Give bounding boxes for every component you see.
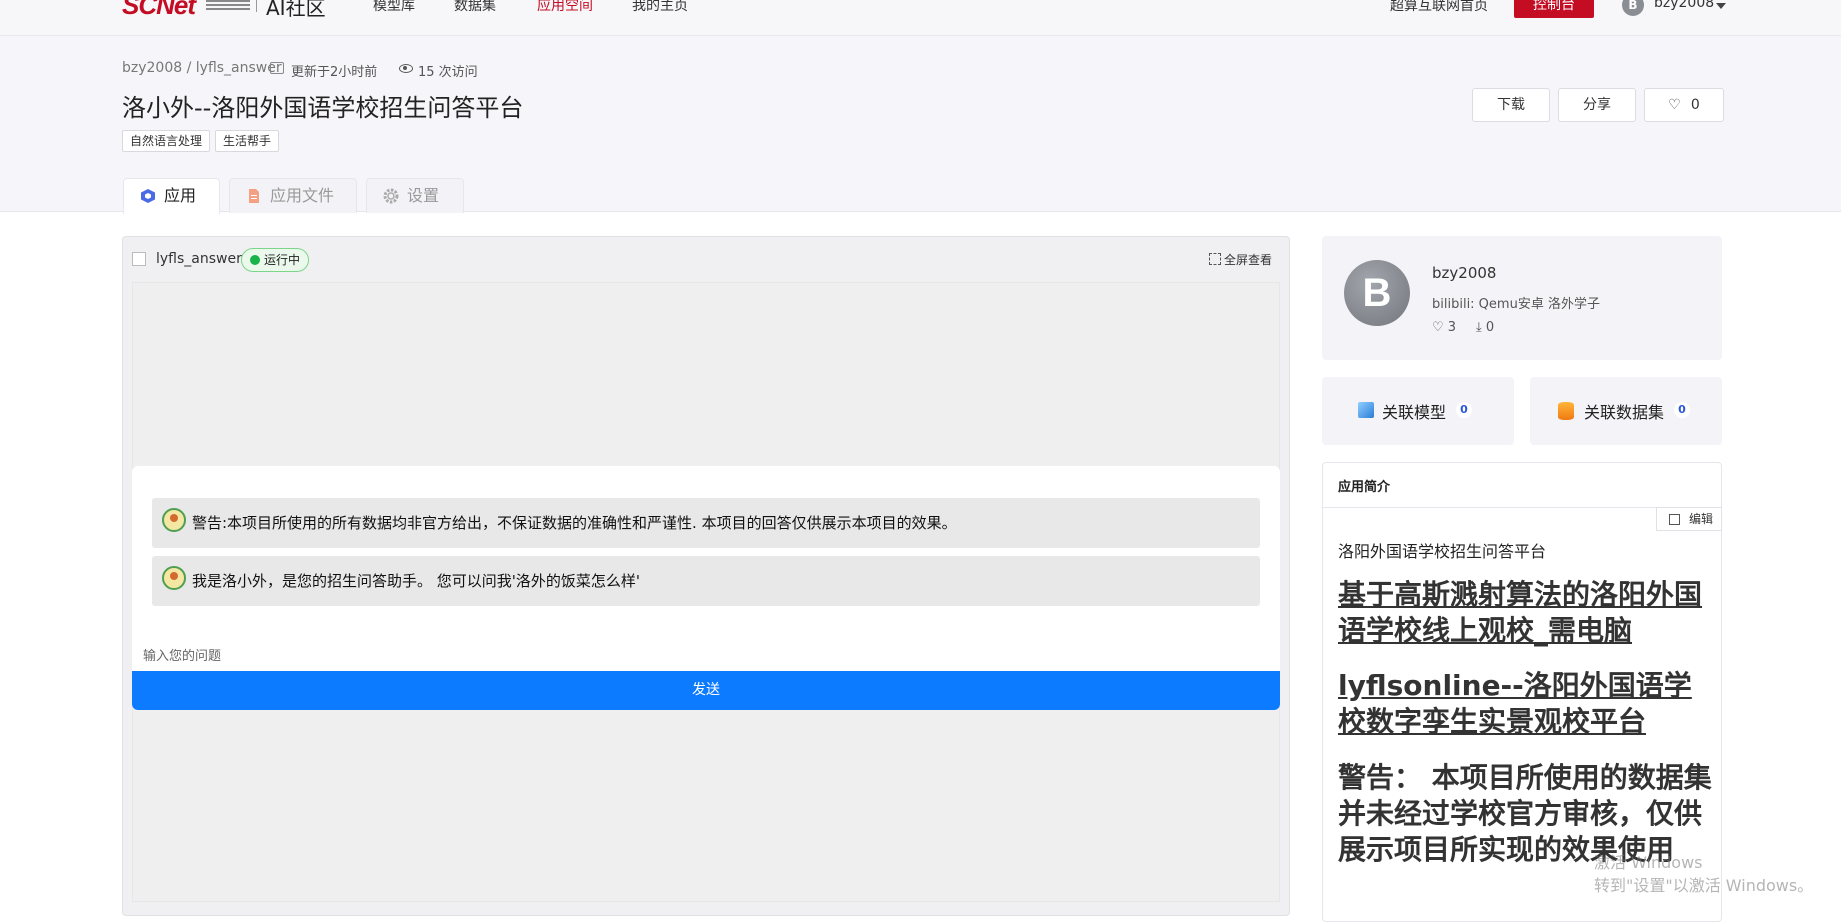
scnet-logo[interactable]: SCNet: [122, 0, 196, 21]
school-logo-icon: [162, 566, 186, 590]
author-downloads: ⤓ 0: [1476, 320, 1494, 335]
edit-button[interactable]: 编辑: [1656, 507, 1722, 531]
model-cube-icon: [1358, 402, 1374, 418]
author-downloads-count: 0: [1485, 320, 1495, 335]
related-datasets-count: 0: [1674, 402, 1690, 418]
fullscreen-icon[interactable]: [1209, 253, 1221, 265]
intro-heading: 应用简介: [1338, 480, 1391, 495]
author-likes-count: 3: [1447, 320, 1457, 335]
heart-icon: ♡: [1668, 97, 1681, 113]
console-button[interactable]: 控制台: [1514, 0, 1594, 18]
related-models-label[interactable]: 关联模型: [1382, 399, 1446, 423]
intro-link-online[interactable]: lyflsonline--洛阳外国语学校数字孪生实景观校平台: [1338, 668, 1713, 740]
tab-app[interactable]: 应用: [123, 178, 220, 214]
fullscreen-button[interactable]: 全屏查看: [1224, 251, 1272, 268]
related-models-count: 0: [1456, 402, 1472, 418]
database-icon: [1558, 402, 1574, 420]
tab-settings[interactable]: 设置: [366, 178, 464, 213]
page-title: 洛小外--洛阳外国语学校招生问答平台: [122, 94, 524, 122]
community-title[interactable]: AI社区: [266, 0, 326, 21]
eye-icon: [399, 64, 413, 73]
logo-divider: [256, 0, 257, 12]
app-cube-icon: [141, 189, 155, 203]
copy-icon[interactable]: [270, 62, 284, 74]
school-logo-icon: [162, 508, 186, 532]
logo-subtext-decoration: [206, 0, 250, 10]
nav-my-home[interactable]: 我的主页: [632, 0, 688, 15]
activation-watermark-hint: 转到"设置"以激活 Windows。: [1594, 876, 1814, 895]
download-button[interactable]: 下载: [1472, 88, 1550, 122]
tag-life-helper[interactable]: 生活帮手: [215, 130, 280, 152]
chevron-down-icon[interactable]: [1716, 3, 1726, 9]
question-input[interactable]: 输入您的问题: [143, 645, 221, 664]
share-button[interactable]: 分享: [1558, 88, 1636, 122]
supercomputing-home-link[interactable]: 超算互联网首页: [1390, 0, 1488, 15]
nav-datasets[interactable]: 数据集: [454, 0, 496, 15]
author-avatar[interactable]: B: [1344, 260, 1410, 326]
breadcrumb[interactable]: bzy2008 / lyfls_answer: [122, 60, 282, 76]
related-datasets-label[interactable]: 关联数据集: [1584, 399, 1664, 423]
like-button[interactable]: ♡ 0: [1644, 88, 1724, 122]
edit-icon[interactable]: [1669, 514, 1680, 525]
intro-link-gaussian[interactable]: 基于高斯溅射算法的洛阳外国语学校线上观校_需电脑: [1338, 577, 1713, 649]
app-name: lyfls_answer: [156, 251, 242, 267]
nav-app-space[interactable]: 应用空间: [537, 0, 593, 15]
activation-watermark: 激活 Windows: [1594, 853, 1703, 872]
download-icon: ⤓: [1476, 320, 1486, 335]
chat-message: 我是洛小外，是您的招生问答助手。 您可以问我'洛外的饭菜怎么样': [152, 556, 1260, 606]
status-badge: 运行中: [241, 248, 310, 272]
author-name[interactable]: bzy2008: [1432, 264, 1496, 282]
tab-app-label: 应用: [164, 186, 197, 205]
tab-settings-label: 设置: [407, 186, 440, 205]
heart-icon: ♡: [1432, 320, 1448, 335]
tab-app-files[interactable]: 应用文件: [229, 178, 357, 213]
updated-time: 更新于2小时前: [291, 65, 378, 80]
user-menu-name[interactable]: bzy2008: [1654, 0, 1714, 11]
intro-subtitle: 洛阳外国语学校招生问答平台: [1338, 542, 1547, 561]
tag-nlp[interactable]: 自然语言处理: [122, 130, 211, 152]
send-button[interactable]: 发送: [132, 671, 1280, 710]
app-grid-icon: [132, 252, 146, 266]
author-bio: bilibili: Qemu安卓 洛外学子: [1432, 297, 1600, 312]
chat-message-text: 我是洛小外，是您的招生问答助手。 您可以问我'洛外的饭菜怎么样': [192, 572, 641, 590]
nav-model-library[interactable]: 模型库: [373, 0, 415, 15]
gear-icon: [383, 188, 399, 204]
chat-message: 警告:本项目所使用的所有数据均非官方给出，不保证数据的准确性和严谨性. 本项目的…: [152, 498, 1260, 548]
tab-app-files-label: 应用文件: [270, 186, 335, 205]
like-count: 0: [1690, 97, 1700, 113]
visit-count: 15 次访问: [418, 65, 478, 80]
author-likes: ♡ 3: [1432, 320, 1456, 335]
chat-message-text: 警告:本项目所使用的所有数据均非官方给出，不保证数据的准确性和严谨性. 本项目的…: [192, 514, 957, 532]
top-nav: SCNet AI社区 模型库 数据集 应用空间 我的主页 超算互联网首页 控制台…: [0, 0, 1841, 36]
file-icon: [249, 189, 259, 203]
user-avatar[interactable]: B: [1622, 0, 1644, 16]
